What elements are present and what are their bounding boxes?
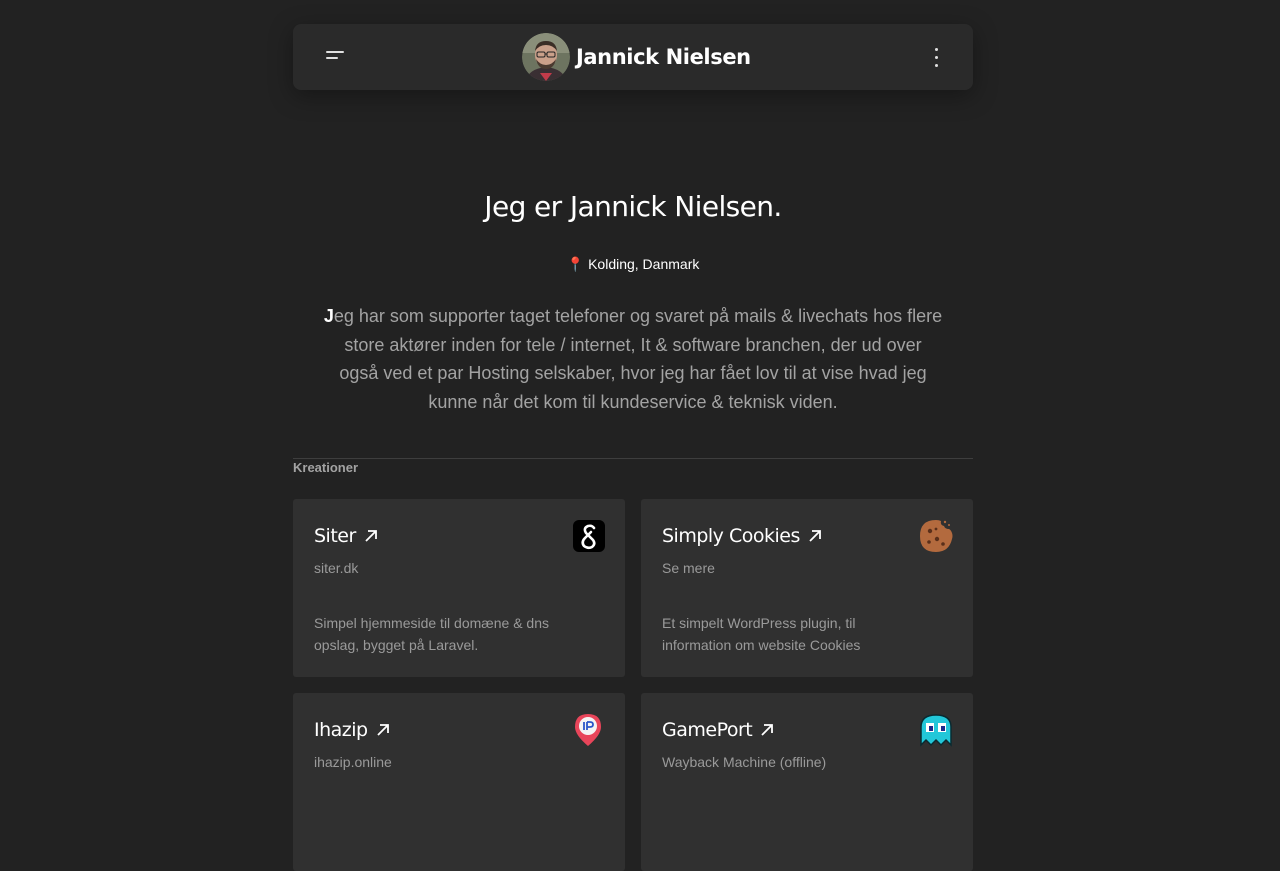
project-card-simply-cookies[interactable]: Simply Cookies Se mere Et simpelt WordPr… [641,499,973,677]
avatar [522,33,570,81]
external-link-arrow-icon [809,530,821,542]
external-link-arrow-icon [365,530,377,542]
card-title-text: Ihazip [314,719,368,741]
card-description: Et simpelt WordPress plugin, til informa… [662,615,861,653]
location-text: Kolding, Danmark [588,256,700,272]
card-title-text: GamePort [662,719,753,741]
project-card-gameport[interactable]: GamePort Wayback Machine (offline) [641,693,973,871]
card-title: GamePort [662,719,774,741]
siter-logo-icon [573,520,605,552]
external-link-arrow-icon [761,724,774,736]
site-header: Jannick Nielsen [293,24,973,90]
more-options-icon[interactable] [929,46,943,70]
project-card-siter[interactable]: Siter siter.dk Simpel hjemmeside til dom… [293,499,625,677]
map-pin-icon: 📍 [566,256,585,272]
card-title: Ihazip [314,719,390,741]
ip-pin-icon [575,714,601,746]
bio-paragraph: Jeg har som supporter taget telefoner og… [323,302,943,417]
project-card-ihazip[interactable]: Ihazip ihazip.online [293,693,625,871]
section-label: Kreationer [293,460,359,475]
card-title-text: Simply Cookies [662,525,800,547]
card-title-text: Siter [314,525,356,547]
external-link-arrow-icon [376,724,389,736]
cookie-icon [920,520,953,552]
card-subtitle: Wayback Machine (offline) [662,754,827,770]
card-subtitle: ihazip.online [314,754,392,770]
bio-text: eg har som supporter taget telefoner og … [333,306,943,413]
card-subtitle: Se mere [662,560,715,576]
card-subtitle: siter.dk [314,560,359,576]
menu-icon[interactable] [317,44,345,70]
card-title: Siter [314,525,378,547]
location: 📍 Kolding, Danmark [293,256,973,273]
page-title: Jeg er Jannick Nielsen. [484,190,782,223]
card-description: Simpel hjemmeside til domæne & dns opsla… [314,615,549,653]
brand-link[interactable]: Jannick Nielsen [522,33,751,81]
pacman-ghost-icon [920,714,952,747]
divider [293,458,973,459]
site-name: Jannick Nielsen [576,45,751,69]
bio-initial: J [323,306,334,326]
card-title: Simply Cookies [662,525,822,547]
